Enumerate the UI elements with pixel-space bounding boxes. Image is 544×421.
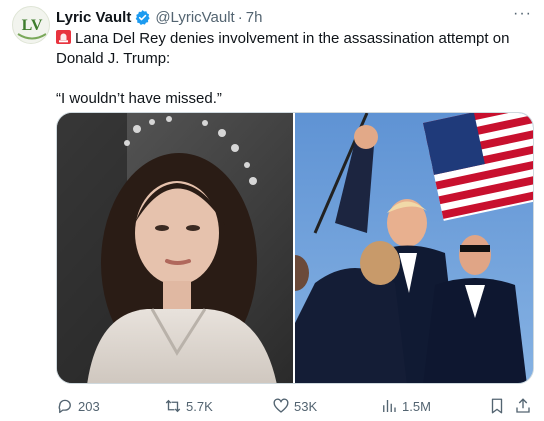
tweet-header: Lyric Vault @LyricVault · 7h ··· [56,5,532,27]
reply-button[interactable]: 203 [56,397,100,415]
tweet-text: Lana Del Rey denies involvement in the a… [56,29,526,109]
more-options-icon[interactable]: ··· [513,5,532,23]
heart-icon [273,398,289,413]
author-handle[interactable]: @LyricVault [155,9,234,26]
bookmark-icon [491,398,503,414]
views-count: 1.5M [402,398,431,414]
repost-button[interactable]: 5.7K [164,397,213,415]
avatar[interactable]: LV [12,6,50,44]
reply-count: 203 [78,398,100,414]
tweet-text-line-2: “I wouldn’t have missed.” [56,90,222,107]
bookmark-button[interactable] [488,397,510,415]
verified-badge-icon [134,9,151,26]
share-button[interactable] [514,397,536,415]
repost-count: 5.7K [186,398,213,414]
repost-icon [165,399,181,413]
tweet-text-line-1: Lana Del Rey denies involvement in the a… [56,30,510,67]
timestamp[interactable]: 7h [246,9,263,26]
tweet-actions: 203 5.7K 53K 1.5M [56,396,534,416]
media-grid[interactable] [56,112,534,384]
rally-photo[interactable] [295,113,533,383]
reply-icon [58,399,71,414]
avatar-initials: LV [22,17,43,34]
like-count: 53K [294,398,318,414]
like-button[interactable]: 53K [272,397,317,415]
siren-emoji-icon [56,30,71,44]
views-button[interactable]: 1.5M [380,397,431,415]
views-chart-icon [383,400,396,412]
separator-dot: · [237,8,243,26]
portrait-photo[interactable] [57,113,294,383]
author-name[interactable]: Lyric Vault [56,9,131,26]
share-icon [516,398,530,413]
